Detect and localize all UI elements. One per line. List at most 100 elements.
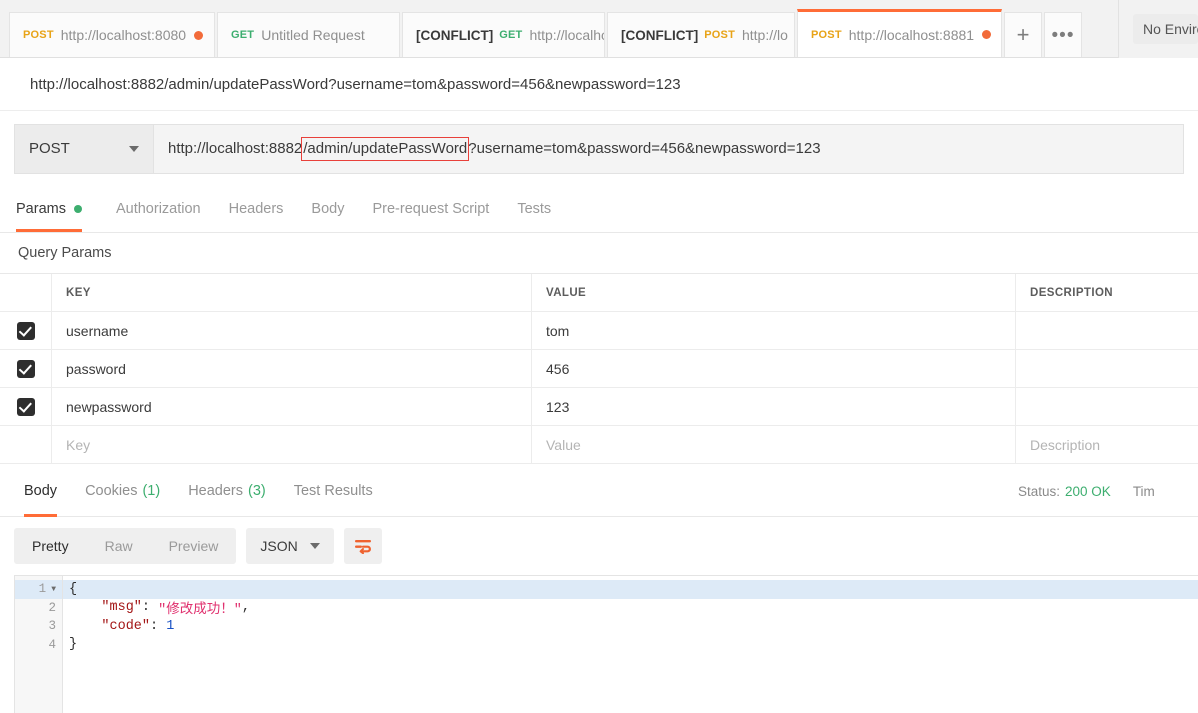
row-value-cell[interactable]: 456 — [532, 350, 1016, 387]
table-row-placeholder: Key Value Description — [0, 426, 1198, 464]
request-tab-bar: POST http://localhost:8080 GET Untitled Req… — [0, 0, 1198, 58]
request-title: http://localhost:8882/admin/updatePassWo… — [30, 75, 681, 93]
row-description-cell[interactable] — [1016, 350, 1198, 387]
status-label: Status: — [1018, 483, 1061, 499]
query-params-table: KEY VALUE DESCRIPTION username tom passwor… — [0, 273, 1198, 464]
tab-label: Body — [24, 482, 58, 499]
placeholder-description-cell[interactable]: Description — [1016, 426, 1198, 463]
new-param-description-input: Description — [1030, 436, 1101, 453]
header-value-cell: VALUE — [532, 274, 1016, 311]
request-tab-params[interactable]: Params — [16, 186, 102, 232]
row-key-cell[interactable]: password — [52, 350, 532, 387]
table-header-row: KEY VALUE DESCRIPTION — [0, 274, 1198, 312]
view-mode-preview[interactable]: Preview — [151, 528, 237, 564]
code-line: { — [63, 580, 1198, 599]
response-body-code[interactable]: { "msg": "修改成功！", "code": 1} — [63, 576, 1198, 713]
request-tab-body[interactable]: Body — [297, 186, 358, 232]
request-tab[interactable]: GET Untitled Request — [217, 12, 400, 57]
line-number: 1 ▼ — [15, 580, 62, 599]
view-mode-raw[interactable]: Raw — [87, 528, 151, 564]
request-tab[interactable]: POST http://localhost:8881 — [797, 9, 1002, 57]
tab-more-options-button[interactable]: ••• — [1044, 12, 1082, 57]
new-tab-button[interactable]: + — [1004, 12, 1042, 57]
chevron-down-icon — [129, 145, 139, 152]
request-tab[interactable]: POST http://localhost:8080 — [9, 12, 215, 57]
response-view-mode-group: Pretty Raw Preview — [14, 528, 237, 564]
placeholder-key-cell[interactable]: Key — [52, 426, 532, 463]
params-indicator-dot — [73, 205, 82, 213]
tab-conflict-label: [CONFLICT] — [621, 27, 699, 43]
unsaved-indicator-dot — [194, 30, 204, 40]
param-enabled-checkbox[interactable] — [16, 397, 35, 416]
tab-label: Test Results — [293, 482, 373, 499]
request-tab-pre-request-script[interactable]: Pre-request Script — [358, 186, 503, 232]
environment-select[interactable]: No Environment — [1133, 14, 1198, 44]
table-row: newpassword 123 — [0, 388, 1198, 426]
row-description-cell[interactable] — [1016, 312, 1198, 349]
request-tab[interactable]: [CONFLICT] GET http://localho — [402, 12, 605, 57]
param-key: username — [66, 322, 129, 339]
request-section-tabs: Params Authorization Headers Body Pre-reques… — [0, 186, 1198, 233]
row-key-cell[interactable]: newpassword — [52, 388, 532, 425]
code-line: } — [63, 636, 1198, 655]
row-key-cell[interactable]: username — [52, 312, 532, 349]
fold-toggle-icon[interactable]: ▼ — [51, 585, 56, 594]
tab-count: (3) — [248, 482, 266, 499]
row-checkbox-cell — [0, 388, 52, 425]
new-param-value-input: Value — [546, 436, 581, 453]
param-value: 123 — [546, 398, 570, 415]
response-tab-cookies[interactable]: Cookies (1) — [71, 465, 174, 517]
response-status-area: Status: 200 OK Tim — [998, 465, 1198, 517]
request-tab[interactable]: [CONFLICT] POST http://lo — [607, 12, 795, 57]
response-tab-headers[interactable]: Headers (3) — [174, 465, 280, 517]
tab-label: Headers — [188, 482, 243, 499]
placeholder-value-cell[interactable]: Value — [532, 426, 1016, 463]
token-brace: { — [69, 581, 78, 597]
header-checkbox-cell — [0, 274, 52, 311]
new-param-key-input: Key — [66, 436, 91, 453]
request-tab-tests[interactable]: Tests — [503, 186, 565, 232]
response-format-value: JSON — [260, 538, 298, 554]
response-tab-body[interactable]: Body — [10, 465, 71, 517]
header-description-cell: DESCRIPTION — [1016, 274, 1198, 311]
request-tab-headers[interactable]: Headers — [215, 186, 298, 232]
row-value-cell[interactable]: 123 — [532, 388, 1016, 425]
response-tab-test-results[interactable]: Test Results — [280, 465, 387, 517]
line-number-value: 3 — [48, 619, 56, 634]
tab-label: Headers — [228, 201, 284, 217]
param-value: tom — [546, 322, 570, 339]
view-mode-pretty[interactable]: Pretty — [14, 528, 87, 564]
line-number-value: 4 — [48, 637, 56, 652]
url-prefix: http://localhost:8882 — [168, 140, 303, 157]
tab-method-label: POST — [23, 29, 54, 41]
line-number: 2 — [15, 599, 62, 618]
unsaved-indicator-dot — [982, 30, 992, 39]
row-description-cell[interactable] — [1016, 388, 1198, 425]
header-key-cell: KEY — [52, 274, 532, 311]
header-value-label: VALUE — [546, 286, 587, 299]
request-title-bar: http://localhost:8882/admin/updatePassWo… — [0, 58, 1198, 111]
response-toolbar: Pretty Raw Preview JSON — [0, 517, 1198, 575]
row-checkbox-cell — [0, 312, 52, 349]
ellipsis-icon: ••• — [1051, 24, 1075, 46]
header-description-label: DESCRIPTION — [1030, 286, 1113, 299]
line-number-gutter: 1 ▼ 2 3 4 — [15, 576, 63, 713]
query-params-title: Query Params — [0, 233, 1198, 273]
response-format-select[interactable]: JSON — [246, 528, 334, 564]
tab-label: Authorization — [115, 201, 201, 217]
placeholder-checkbox-cell — [0, 426, 52, 463]
status-badge: 200 OK — [1065, 483, 1111, 499]
param-key: password — [66, 360, 126, 377]
chevron-down-icon — [309, 543, 320, 549]
row-checkbox-cell — [0, 350, 52, 387]
word-wrap-toggle-button[interactable] — [343, 528, 382, 564]
tab-title: http://localho — [529, 27, 605, 43]
url-suffix: ?username=tom&password=456&newpassword=1… — [468, 140, 821, 157]
request-url-input[interactable]: http://localhost:8882/admin/updatePassWo… — [154, 123, 1184, 174]
param-enabled-checkbox[interactable] — [16, 321, 35, 340]
param-enabled-checkbox[interactable] — [16, 359, 35, 378]
row-value-cell[interactable]: tom — [532, 312, 1016, 349]
url-highlighted-path: /admin/updatePassWord — [301, 136, 470, 161]
request-tab-authorization[interactable]: Authorization — [102, 186, 215, 232]
http-method-select[interactable]: POST — [14, 123, 154, 174]
